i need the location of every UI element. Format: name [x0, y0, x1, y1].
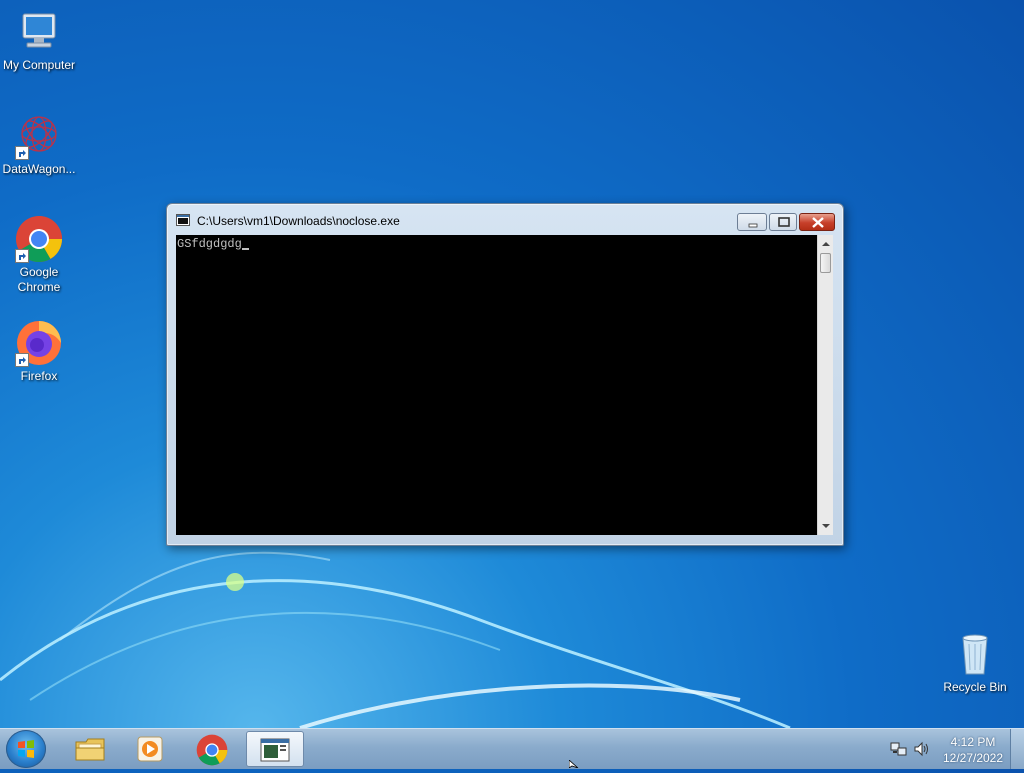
console-window[interactable]: C:\Users\vm1\Downloads\noclose.exe GSfdg… [166, 203, 844, 546]
shortcut-arrow-icon [15, 353, 29, 367]
desktop-icon-label: My Computer [2, 58, 76, 72]
datawagon-icon [15, 112, 63, 160]
taskbar-console-window[interactable] [246, 731, 304, 767]
console-text: GSfdgdgdg [177, 237, 242, 251]
network-icon[interactable] [890, 740, 908, 758]
taskbar-explorer[interactable] [62, 731, 118, 767]
console-output-area[interactable]: GSfdgdgdg [176, 235, 817, 535]
desktop-icon-recycle-bin[interactable]: Recycle Bin [936, 630, 1014, 695]
desktop-icon-label: DataWagon... [2, 162, 76, 176]
scrollbar-thumb[interactable] [820, 253, 831, 273]
text-cursor [241, 248, 249, 250]
minimize-icon [748, 223, 758, 228]
show-desktop-button[interactable] [1010, 729, 1024, 769]
close-icon [812, 217, 824, 228]
explorer-icon [75, 738, 105, 761]
scroll-down-arrow-icon[interactable] [818, 519, 834, 535]
shortcut-arrow-icon [15, 249, 29, 263]
close-button[interactable] [799, 213, 835, 231]
taskbar-clock[interactable]: 4:12 PM 12/27/2022 [936, 734, 1010, 766]
clock-time: 4:12 PM [950, 735, 996, 749]
volume-icon[interactable] [913, 740, 931, 758]
console-window-icon [260, 738, 290, 762]
scroll-up-arrow-icon[interactable] [818, 237, 834, 253]
computer-icon [15, 8, 63, 56]
desktop-icon-my-computer[interactable]: My Computer [0, 8, 78, 73]
desktop-icon-google-chrome[interactable]: Google Chrome [0, 215, 78, 295]
minimize-button[interactable] [737, 213, 767, 231]
chrome-icon [196, 734, 228, 766]
window-titlebar[interactable]: C:\Users\vm1\Downloads\noclose.exe [167, 204, 843, 234]
start-button[interactable] [6, 730, 46, 768]
console-app-icon [176, 213, 190, 226]
taskbar-chrome[interactable] [184, 731, 240, 767]
chrome-icon [15, 215, 63, 263]
shortcut-arrow-icon [15, 146, 29, 160]
console-line: GSfdgdgdg [177, 237, 249, 251]
windows-logo-icon [18, 740, 34, 758]
desktop-icon-label: Firefox [20, 369, 58, 383]
desktop-icon-label: Google Chrome [17, 265, 61, 294]
maximize-button[interactable] [769, 213, 797, 231]
recycle-bin-icon [951, 630, 999, 678]
desktop-icon-datawagon[interactable]: DataWagon... [0, 112, 78, 177]
media-player-icon [137, 736, 163, 762]
clock-date: 12/27/2022 [942, 751, 1004, 765]
maximize-icon [778, 217, 790, 227]
taskbar: 4:12 PM 12/27/2022 [0, 728, 1024, 769]
mouse-pointer-icon [569, 760, 579, 768]
desktop-icon-firefox[interactable]: Firefox [0, 319, 78, 384]
window-title: C:\Users\vm1\Downloads\noclose.exe [197, 214, 400, 228]
vertical-scrollbar[interactable] [817, 235, 833, 535]
desktop-icon-label: Recycle Bin [943, 680, 1007, 694]
firefox-icon [15, 319, 63, 367]
taskbar-media-player[interactable] [122, 731, 178, 767]
